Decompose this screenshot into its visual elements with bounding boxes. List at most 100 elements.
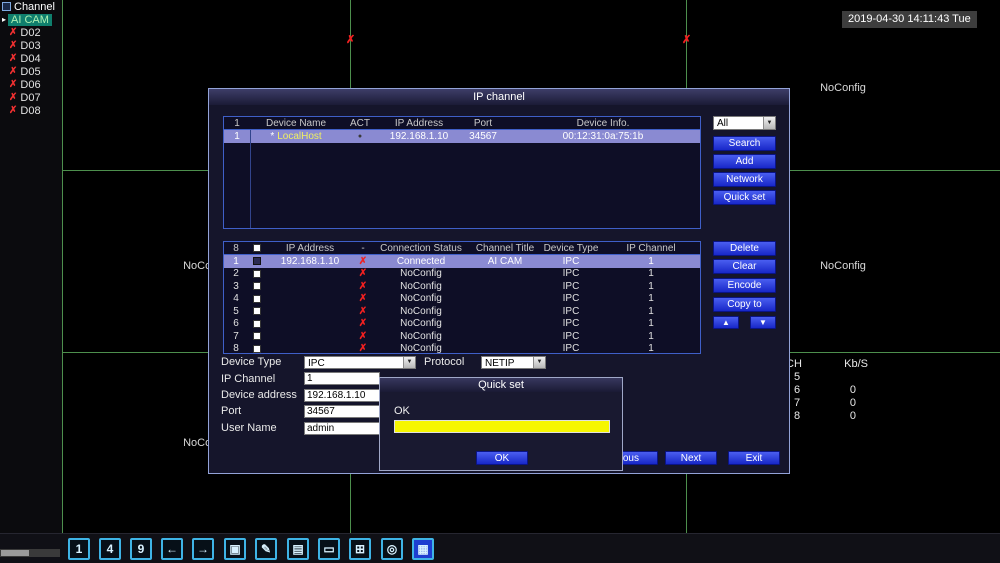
- offline-x-icon: ✗: [9, 92, 17, 103]
- move-down-button[interactable]: ▼: [750, 316, 776, 329]
- sidebar-item-d07[interactable]: ✗ D07: [0, 91, 62, 104]
- row-checkbox[interactable]: [253, 332, 261, 340]
- disconnect-x-icon: ✗: [354, 331, 372, 342]
- offline-x-icon: ✗: [9, 79, 17, 90]
- no-video-x-icon: ✗: [682, 33, 691, 46]
- chevron-down-icon: ▼: [403, 357, 415, 368]
- scrollbar-thumb[interactable]: [1, 550, 29, 556]
- exit-button[interactable]: Exit: [728, 451, 780, 465]
- bitrate-row: 5: [786, 371, 874, 384]
- ip-channel-field[interactable]: [304, 372, 380, 385]
- channel-count: 8: [224, 243, 248, 254]
- network-button[interactable]: Network: [713, 172, 776, 187]
- offline-x-icon: ✗: [9, 40, 17, 51]
- ok-button[interactable]: OK: [476, 451, 528, 465]
- row-checkbox[interactable]: [253, 282, 261, 290]
- tile-noconfig-label: NoConfig: [820, 260, 866, 272]
- ip-channel-label: IP Channel: [221, 373, 275, 385]
- ip-channel-dialog: IP channel 1 Device Name ACT IP Address …: [208, 88, 790, 474]
- bitrate-row: 8 0: [786, 410, 874, 423]
- multi-view-icon[interactable]: ▦: [412, 538, 434, 560]
- playback-icon[interactable]: ▣: [224, 538, 246, 560]
- offline-x-icon: ✗: [9, 27, 17, 38]
- row-checkbox[interactable]: [253, 257, 261, 265]
- port-field[interactable]: [304, 405, 380, 418]
- sidebar-item-ai-cam[interactable]: ▸ AI CAM: [0, 13, 62, 26]
- device-table-header: 1 Device Name ACT IP Address Port Device…: [224, 117, 700, 130]
- device-ip: 192.168.1.10: [378, 131, 460, 142]
- device-info: 00:12:31:0a:75:1b: [506, 131, 700, 142]
- bitrate-header: CH Kb/S: [786, 358, 874, 371]
- sidebar-item-d05[interactable]: ✗ D05: [0, 65, 62, 78]
- offline-x-icon: ✗: [9, 105, 17, 116]
- bottom-toolbar: 1 4 9 ← → ▣ ✎ ▤ ▭ ⊞ ◎ ▦: [0, 533, 1000, 563]
- chevron-down-icon: ▼: [763, 117, 775, 129]
- sidebar-title: Channel: [14, 1, 55, 13]
- disconnect-x-icon: ✗: [354, 293, 372, 304]
- disconnect-x-icon: ✗: [354, 281, 372, 292]
- horizontal-scrollbar[interactable]: [0, 549, 60, 557]
- clear-button[interactable]: Clear: [713, 259, 776, 274]
- row-checkbox[interactable]: [253, 320, 261, 328]
- delete-button[interactable]: Delete: [713, 241, 776, 256]
- row-checkbox[interactable]: [253, 307, 261, 315]
- row-checkbox[interactable]: [253, 270, 261, 278]
- view-quad-icon[interactable]: 4: [99, 538, 121, 560]
- sidebar-item-d02[interactable]: ✗ D02: [0, 26, 62, 39]
- snapshot-icon[interactable]: ▤: [287, 538, 309, 560]
- view-nine-icon[interactable]: 9: [130, 538, 152, 560]
- offline-x-icon: ✗: [9, 53, 17, 64]
- device-row-localhost[interactable]: 1 * LocalHost ● 192.168.1.10 34567 00:12…: [224, 130, 700, 143]
- table-row[interactable]: 2 ✗ NoConfig IPC 1: [224, 268, 700, 281]
- display-icon[interactable]: ▭: [318, 538, 340, 560]
- protocol-filter-select[interactable]: All ▼: [713, 116, 776, 130]
- move-up-button[interactable]: ▲: [713, 316, 739, 329]
- user-name-label: User Name: [221, 422, 277, 434]
- table-row[interactable]: 4 ✗ NoConfig IPC 1: [224, 293, 700, 306]
- protocol-label: Protocol: [424, 356, 464, 368]
- device-address-field[interactable]: [304, 389, 380, 402]
- sidebar-item-label: D07: [20, 92, 40, 104]
- bitrate-panel: CH Kb/S 5 6 0 7 0 8 0: [786, 358, 874, 423]
- quick-set-modal: Quick set OK OK: [379, 377, 623, 471]
- sidebar-item-label: D04: [20, 53, 40, 65]
- copy-to-button[interactable]: Copy to: [713, 297, 776, 312]
- kbs-header: Kb/S: [844, 358, 868, 371]
- disconnect-x-icon: ✗: [354, 268, 372, 279]
- search-button[interactable]: Search: [713, 136, 776, 151]
- view-single-icon[interactable]: 1: [68, 538, 90, 560]
- prev-channel-icon[interactable]: ←: [161, 538, 183, 560]
- device-type-select[interactable]: IPC ▼: [304, 356, 416, 369]
- bitrate-row: 6 0: [786, 384, 874, 397]
- next-button[interactable]: Next: [665, 451, 717, 465]
- user-name-field[interactable]: [304, 422, 380, 435]
- table-row[interactable]: 5 ✗ NoConfig IPC 1: [224, 305, 700, 318]
- table-row[interactable]: 1 192.168.1.10 ✗ Connected AI CAM IPC 1: [224, 255, 700, 268]
- select-all-checkbox[interactable]: [253, 244, 261, 252]
- protocol-select[interactable]: NETIP ▼: [481, 356, 546, 369]
- encode-button[interactable]: Encode: [713, 278, 776, 293]
- device-port: 34567: [460, 131, 506, 142]
- table-row[interactable]: 7 ✗ NoConfig IPC 1: [224, 330, 700, 343]
- modal-message: OK: [394, 405, 410, 417]
- table-row[interactable]: 3 ✗ NoConfig IPC 1: [224, 280, 700, 293]
- table-row[interactable]: 8 ✗ NoConfig IPC 1: [224, 343, 700, 355]
- dialog-title: IP channel: [209, 89, 789, 105]
- sidebar-item-d06[interactable]: ✗ D06: [0, 78, 62, 91]
- next-channel-icon[interactable]: →: [192, 538, 214, 560]
- sidebar-item-d08[interactable]: ✗ D08: [0, 104, 62, 117]
- sidebar-item-label: D02: [20, 27, 40, 39]
- quick-set-button[interactable]: Quick set: [713, 190, 776, 205]
- channel-table-header: 8 IP Address - Connection Status Channel…: [224, 242, 700, 255]
- table-row[interactable]: 6 ✗ NoConfig IPC 1: [224, 318, 700, 331]
- zoom-icon[interactable]: ◎: [381, 538, 403, 560]
- sidebar-header: Channel: [0, 0, 62, 13]
- sidebar-item-d03[interactable]: ✗ D03: [0, 39, 62, 52]
- add-button[interactable]: Add: [713, 154, 776, 169]
- row-checkbox[interactable]: [253, 345, 261, 353]
- network-icon[interactable]: ⊞: [349, 538, 371, 560]
- ptz-pen-icon[interactable]: ✎: [255, 538, 277, 560]
- window-icon: [2, 2, 11, 11]
- sidebar-item-d04[interactable]: ✗ D04: [0, 52, 62, 65]
- row-checkbox[interactable]: [253, 295, 261, 303]
